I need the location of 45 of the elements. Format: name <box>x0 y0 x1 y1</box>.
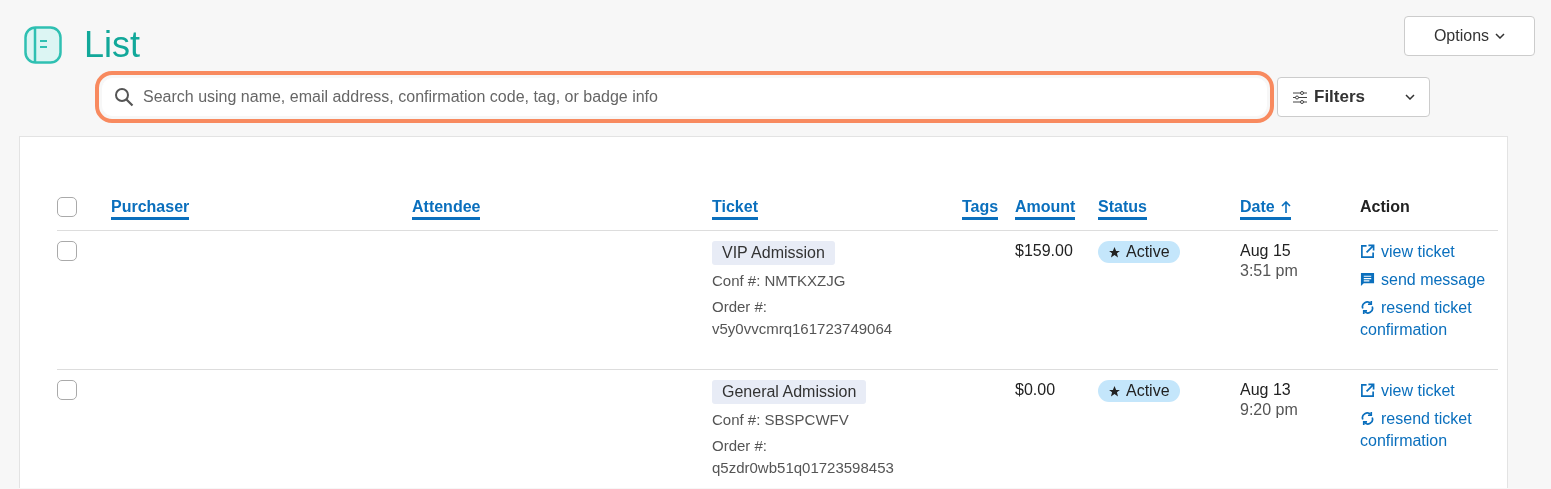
order-label: Order #: <box>712 297 768 317</box>
chevron-down-icon <box>1495 33 1506 39</box>
message-icon <box>1360 272 1375 287</box>
column-header[interactable]: Tags <box>962 197 999 220</box>
page-title: List <box>84 24 141 66</box>
date: Aug 15 <box>1240 241 1291 261</box>
amount: $0.00 <box>1015 380 1056 400</box>
list-icon <box>24 26 62 64</box>
column-header[interactable]: Amount <box>1015 197 1076 220</box>
view-ticket-link[interactable]: view ticket <box>1360 241 1455 263</box>
confirmation-code: Conf #: NMTKXZJG <box>712 271 846 291</box>
refresh-icon <box>1360 411 1375 426</box>
column-header: Action <box>1360 197 1410 217</box>
checkbox[interactable] <box>57 241 77 261</box>
time: 9:20 pm <box>1240 400 1298 420</box>
refresh-icon <box>1360 300 1375 315</box>
filters-button[interactable]: Filters <box>1277 77 1430 117</box>
date: Aug 13 <box>1240 380 1291 400</box>
column-header[interactable]: Date <box>1240 197 1291 220</box>
column-header[interactable]: Attendee <box>412 197 481 220</box>
column-header[interactable]: Purchaser <box>111 197 190 220</box>
checkbox[interactable] <box>57 380 77 400</box>
ticket-tag: General Admission <box>712 380 867 404</box>
resend-link[interactable]: resend ticket confirmation <box>1360 408 1486 452</box>
confirmation-code: Conf #: SBSPCWFV <box>712 410 849 430</box>
column-header[interactable]: Status <box>1098 197 1147 220</box>
view-ticket-link[interactable]: view ticket <box>1360 380 1455 402</box>
status-badge: Active <box>1098 241 1180 263</box>
amount: $159.00 <box>1015 241 1073 261</box>
external-link-icon <box>1360 383 1375 398</box>
status-badge: Active <box>1098 380 1180 402</box>
options-button[interactable]: Options <box>1404 16 1535 56</box>
sliders-icon <box>1292 90 1308 104</box>
ticket-tag: VIP Admission <box>712 241 835 265</box>
chevron-down-icon <box>1405 94 1415 100</box>
time: 3:51 pm <box>1240 261 1298 281</box>
send-message-link[interactable]: send message <box>1360 269 1486 291</box>
order-label: Order #: <box>712 436 768 456</box>
checkbox[interactable] <box>57 197 77 217</box>
resend-link[interactable]: resend ticket confirmation <box>1360 297 1486 341</box>
external-link-icon <box>1360 244 1375 259</box>
column-header[interactable]: Ticket <box>712 197 758 220</box>
sort-arrow-icon <box>1280 201 1291 213</box>
order-number: q5zdr0wb51q01723598453 <box>712 458 894 478</box>
order-number: v5y0vvcmrq161723749064 <box>712 319 893 339</box>
